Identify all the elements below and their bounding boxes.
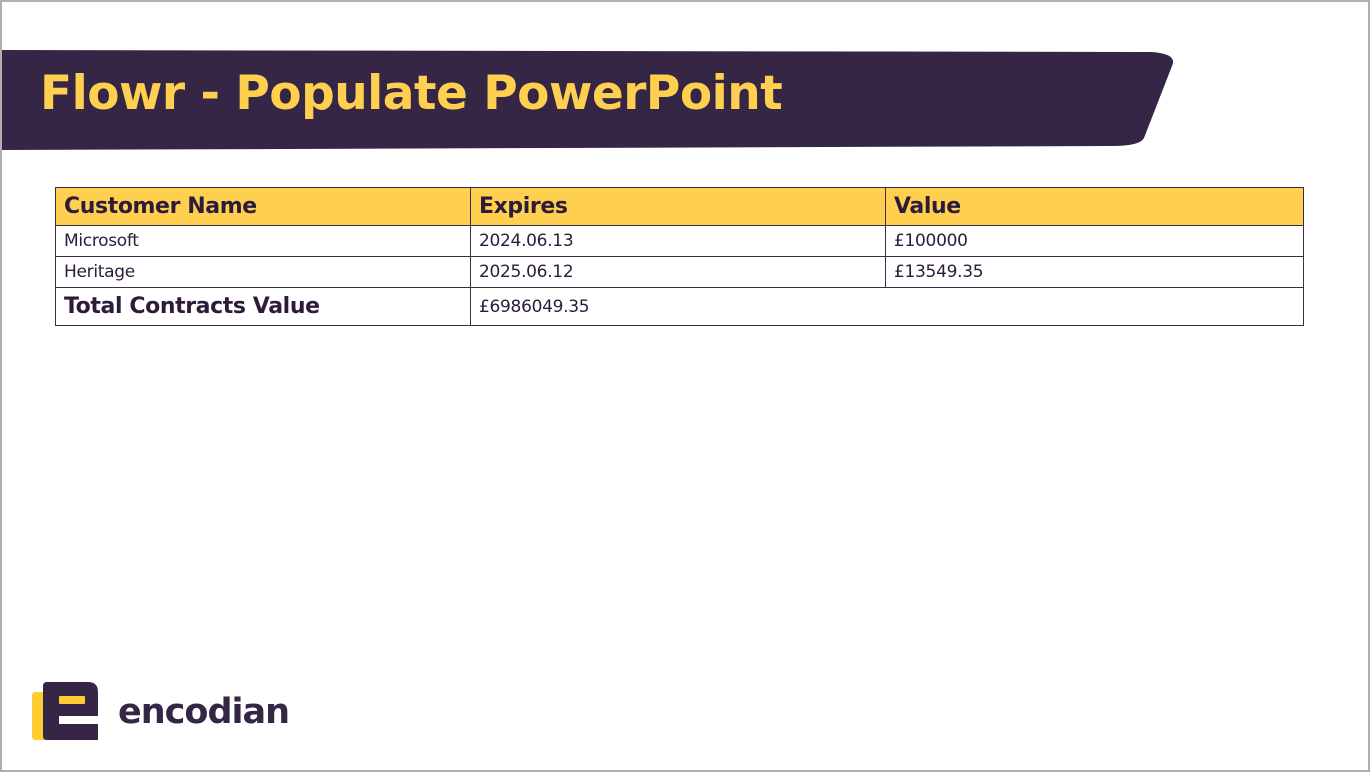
table-total-row: Total Contracts Value £6986049.35	[55, 287, 1304, 326]
cell-expires: 2025.06.12	[470, 256, 886, 288]
cell-value: £100000	[885, 225, 1304, 257]
contracts-table: Customer Name Expires Value Microsoft 20…	[55, 187, 1304, 326]
total-contracts-value: £6986049.35	[470, 287, 1304, 326]
table-header-row: Customer Name Expires Value	[55, 187, 1304, 226]
encodian-logo: encodian	[32, 682, 290, 742]
header-value: Value	[885, 187, 1304, 226]
logo-mark-slot	[59, 696, 85, 704]
encodian-e-logo-icon	[32, 682, 98, 740]
logo-mark-dark	[43, 682, 98, 740]
cell-expires: 2024.06.13	[470, 225, 886, 257]
header-expires: Expires	[470, 187, 886, 226]
encodian-wordmark: encodian	[118, 692, 290, 732]
cell-customer-name: Microsoft	[55, 225, 471, 257]
total-contracts-label: Total Contracts Value	[55, 287, 471, 326]
cell-customer-name: Heritage	[55, 256, 471, 288]
slide: Flowr - Populate PowerPoint Customer Nam…	[0, 0, 1370, 772]
header-customer-name: Customer Name	[55, 187, 471, 226]
table-row: Heritage 2025.06.12 £13549.35	[55, 256, 1304, 288]
table-row: Microsoft 2024.06.13 £100000	[55, 225, 1304, 257]
cell-value: £13549.35	[885, 256, 1304, 288]
slide-title: Flowr - Populate PowerPoint	[40, 66, 783, 121]
